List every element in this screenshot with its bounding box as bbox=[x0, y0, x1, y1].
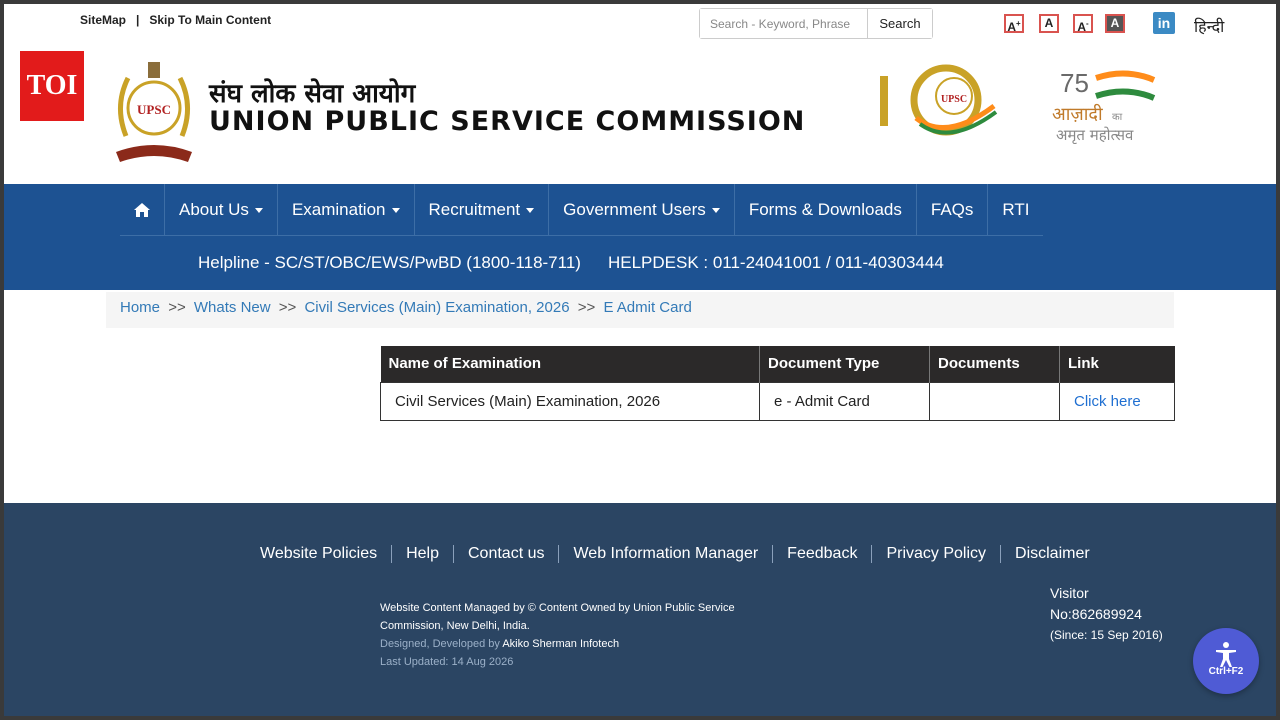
designed-by-line: Designed, Developed by Akiko Sherman Inf… bbox=[380, 635, 770, 653]
nav-examination[interactable]: Examination bbox=[278, 184, 415, 236]
font-increase-label: A bbox=[1007, 20, 1016, 34]
nav-about-us-label: About Us bbox=[179, 200, 249, 219]
cell-documents bbox=[929, 381, 1060, 421]
search-input[interactable] bbox=[700, 9, 868, 38]
breadcrumb-home[interactable]: Home bbox=[120, 299, 160, 316]
nav-home[interactable] bbox=[120, 184, 165, 236]
home-icon bbox=[134, 203, 150, 217]
helpline-text: Helpline - SC/ST/OBC/EWS/PwBD (1800-118-… bbox=[198, 253, 581, 272]
logo100-text: UPSC bbox=[941, 94, 967, 105]
browser-viewport: SiteMap | Skip To Main Content Search A+… bbox=[4, 4, 1276, 716]
breadcrumb-separator: >> bbox=[577, 299, 596, 316]
font-decrease-label: A bbox=[1077, 20, 1086, 34]
toi-logo: TOI bbox=[20, 51, 84, 121]
breadcrumb-separator: >> bbox=[168, 299, 186, 316]
high-contrast-button[interactable]: A bbox=[1105, 14, 1125, 33]
footer-links: Website Policies Help Contact us Web Inf… bbox=[246, 545, 1104, 563]
azadi-ka: का bbox=[1112, 112, 1123, 123]
high-contrast-label: A bbox=[1110, 16, 1120, 30]
chevron-down-icon bbox=[526, 207, 535, 213]
nav-rti[interactable]: RTI bbox=[988, 184, 1043, 236]
footer-link-contact-us[interactable]: Contact us bbox=[454, 545, 560, 563]
column-header-documents: Documents bbox=[929, 346, 1060, 382]
nav-faqs-label: FAQs bbox=[930, 200, 974, 219]
hindi-language-link[interactable]: हिन्दी bbox=[1194, 15, 1224, 37]
visitor-number: No:862689924 bbox=[1050, 606, 1142, 622]
nav-about-us[interactable]: About Us bbox=[165, 184, 278, 236]
breadcrumb-whats-new[interactable]: Whats New bbox=[194, 299, 271, 316]
font-normal-button[interactable]: A bbox=[1039, 14, 1059, 33]
visitor-label: Visitor bbox=[1050, 585, 1089, 601]
site-header: TOI UPSC संघ लोक सेवा आयोग UNION PUBLIC … bbox=[4, 46, 1276, 184]
content-managed-text: Website Content Managed by © Content Own… bbox=[380, 602, 735, 632]
chevron-down-icon bbox=[254, 207, 263, 213]
chevron-down-icon bbox=[711, 207, 720, 213]
visitor-since: (Since: 15 Sep 2016) bbox=[1050, 628, 1163, 642]
cell-exam-name: Civil Services (Main) Examination, 2026 bbox=[380, 381, 760, 421]
azadi-line2: अमृत महोत्सव bbox=[1056, 126, 1134, 145]
search-button[interactable]: Search bbox=[868, 9, 932, 38]
table-row: Civil Services (Main) Examination, 2026 … bbox=[380, 381, 1175, 421]
top-links-separator: | bbox=[136, 13, 140, 27]
nav-government-users[interactable]: Government Users bbox=[549, 184, 735, 236]
helpline-bar: Helpline - SC/ST/OBC/EWS/PwBD (1800-118-… bbox=[198, 253, 944, 273]
nav-forms-downloads-label: Forms & Downloads bbox=[748, 200, 902, 219]
nav-faqs[interactable]: FAQs bbox=[917, 184, 989, 236]
breadcrumb-current: E Admit Card bbox=[603, 299, 692, 316]
footer-link-website-policies[interactable]: Website Policies bbox=[246, 545, 393, 563]
font-normal-label: A bbox=[1044, 16, 1054, 30]
column-header-link: Link bbox=[1059, 346, 1175, 382]
footer-link-feedback[interactable]: Feedback bbox=[773, 545, 873, 563]
designed-by-label: Designed, Developed by bbox=[380, 638, 500, 650]
breadcrumb: Home >> Whats New >> Civil Services (Mai… bbox=[106, 292, 1174, 328]
site-title: UNION PUBLIC SERVICE COMMISSION bbox=[209, 106, 806, 137]
cell-link: Click here bbox=[1059, 381, 1175, 421]
sitemap-link[interactable]: SiteMap bbox=[80, 13, 126, 27]
nav-menu: About Us Examination Recruitment Governm… bbox=[120, 184, 1044, 236]
footer-link-web-information-manager[interactable]: Web Information Manager bbox=[559, 545, 774, 563]
accessibility-button[interactable]: Ctrl+F2 bbox=[1193, 628, 1259, 694]
breadcrumb-separator: >> bbox=[278, 299, 297, 316]
skip-to-main-link[interactable]: Skip To Main Content bbox=[149, 13, 271, 27]
nav-rti-label: RTI bbox=[1002, 200, 1030, 219]
svg-text:75: 75 bbox=[1060, 68, 1089, 98]
accessibility-icon bbox=[1216, 642, 1236, 667]
last-updated-text: Last Updated: 14 Aug 2026 bbox=[380, 656, 514, 668]
column-header-name: Name of Examination bbox=[380, 346, 760, 382]
helpdesk-text: HELPDESK : 011-24041001 / 011-40303444 bbox=[607, 253, 944, 272]
documents-table: Name of Examination Document Type Docume… bbox=[380, 346, 1175, 421]
azadi-line1: आज़ादी bbox=[1052, 103, 1103, 125]
footer-link-privacy-policy[interactable]: Privacy Policy bbox=[872, 545, 1002, 563]
footer-link-disclaimer[interactable]: Disclaimer bbox=[1001, 545, 1104, 563]
cell-document-type: e - Admit Card bbox=[759, 381, 930, 421]
main-navigation: About Us Examination Recruitment Governm… bbox=[4, 184, 1276, 290]
search-box: Search bbox=[699, 8, 933, 39]
table-header-row: Name of Examination Document Type Docume… bbox=[380, 346, 1175, 382]
click-here-link[interactable]: Click here bbox=[1074, 393, 1141, 410]
upsc-emblem-icon[interactable]: UPSC bbox=[108, 56, 200, 168]
nav-recruitment[interactable]: Recruitment bbox=[415, 184, 550, 236]
chevron-down-icon bbox=[391, 207, 400, 213]
accessibility-shortcut-label: Ctrl+F2 bbox=[1208, 666, 1244, 677]
nav-government-users-label: Government Users bbox=[563, 200, 706, 219]
font-increase-button[interactable]: A+ bbox=[1004, 14, 1024, 34]
azadi-ka-amrit-mahotsav-logo: 75 आज़ादी का अमृत महोत्सव bbox=[1052, 68, 1156, 145]
nav-recruitment-label: Recruitment bbox=[428, 200, 521, 219]
column-header-document-type: Document Type bbox=[759, 346, 930, 382]
breadcrumb-exam[interactable]: Civil Services (Main) Examination, 2026 bbox=[304, 299, 569, 316]
top-links: SiteMap | Skip To Main Content bbox=[80, 13, 271, 27]
designed-by-link[interactable]: Akiko Sherman Infotech bbox=[502, 638, 619, 650]
nav-examination-label: Examination bbox=[291, 200, 386, 219]
hindi-title: संघ लोक सेवा आयोग bbox=[209, 79, 416, 109]
font-decrease-button[interactable]: A- bbox=[1073, 14, 1093, 34]
footer-info: Website Content Managed by © Content Own… bbox=[380, 599, 770, 671]
linkedin-icon[interactable]: in bbox=[1153, 12, 1175, 34]
upsc-100-years-logo: UPSC bbox=[880, 64, 998, 136]
site-footer: Website Policies Help Contact us Web Inf… bbox=[4, 503, 1276, 716]
emblem-text: UPSC bbox=[137, 102, 171, 117]
footer-link-help[interactable]: Help bbox=[392, 545, 454, 563]
visitor-counter: Visitor No:862689924 (Since: 15 Sep 2016… bbox=[1050, 583, 1163, 646]
utility-bar: SiteMap | Skip To Main Content Search A+… bbox=[4, 4, 1276, 46]
nav-forms-downloads[interactable]: Forms & Downloads bbox=[735, 184, 917, 236]
